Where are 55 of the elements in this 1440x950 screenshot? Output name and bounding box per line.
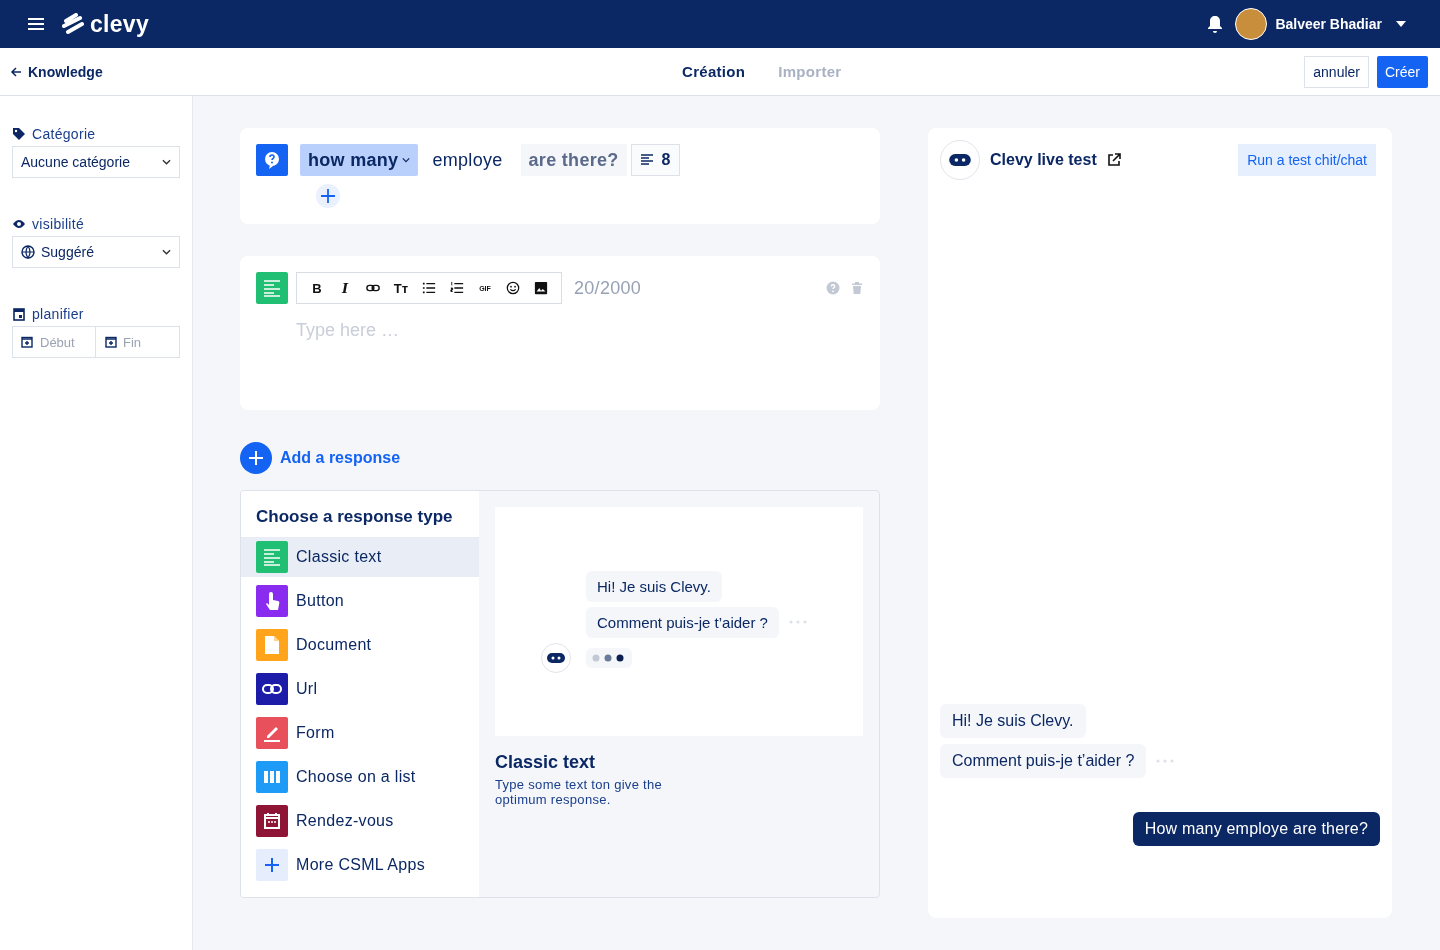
user-message: How many employe are there? [1132,812,1380,846]
plus-icon[interactable] [240,442,272,474]
question-word: employe [431,148,504,172]
run-test-button[interactable]: Run a test chit/chat [1238,144,1376,176]
bot-message: Hi! Je suis Clevy. [586,570,722,602]
live-test-title: Clevy live test [990,151,1097,169]
visibility-label: visibilité [12,216,192,232]
calendar-icon [12,307,26,321]
add-icon[interactable] [316,184,340,208]
entity-chip[interactable]: how many [300,144,419,176]
back-link[interactable]: Knowledge [10,63,103,80]
count-badge[interactable]: 8 [630,144,680,176]
add-response-button[interactable]: Add a response [240,442,401,474]
text-lines-icon [256,272,288,304]
cancel-button[interactable]: annuler [1304,55,1369,88]
globe-icon [21,245,35,259]
calendar-icon[interactable] [21,336,33,348]
logo-text: clevy [90,10,150,38]
schedule-label: planifier [12,306,192,322]
calendar-icon[interactable] [105,336,117,348]
panel-title: Choose a response type [255,506,454,528]
response-type-item[interactable]: Classic text [241,537,479,577]
format-button[interactable]: B [303,280,331,296]
chevron-down-icon[interactable] [402,157,411,163]
text-lines-icon [639,153,654,167]
visibility-select[interactable]: Suggéré [12,236,180,268]
chevron-down-icon[interactable] [162,159,171,165]
category-label: Catégorie [12,126,192,142]
tab[interactable]: Création [682,63,746,80]
character-counter: 20/2000 [574,277,642,299]
bot-avatar-icon [541,642,571,673]
preview-description: Type some text ton give the optimum response. [495,777,664,807]
eye-icon [12,217,26,231]
external-link-icon[interactable] [1106,153,1121,167]
format-button[interactable]: Tт [387,280,415,296]
avatar[interactable] [1235,8,1268,40]
typing-indicator-icon [586,647,632,668]
italic-button[interactable]: I [331,280,359,296]
bot-message: Hi! Je suis Clevy. [940,704,1086,738]
bot-message: Comment puis-je t’aider ? [586,606,779,638]
back-arrow-icon[interactable] [10,65,22,78]
question-icon [256,144,288,176]
chevron-down-icon[interactable] [162,249,171,255]
user-name[interactable]: Balveer Bhadiar [1275,16,1382,32]
bot-avatar-icon [940,140,980,180]
create-button[interactable]: Créer [1377,55,1428,88]
preview-title: Classic text [495,752,597,773]
category-select[interactable]: Aucune catégorie [12,146,180,178]
tag-icon [12,127,26,141]
start-date-field[interactable]: Début [12,326,96,358]
end-date-field[interactable]: Fin [96,326,180,358]
variable-chip[interactable]: are there? [520,144,627,176]
bot-message: Comment puis-je t’aider ? [940,744,1147,778]
caret-icon[interactable] [1396,21,1406,27]
logo-icon [62,13,84,35]
